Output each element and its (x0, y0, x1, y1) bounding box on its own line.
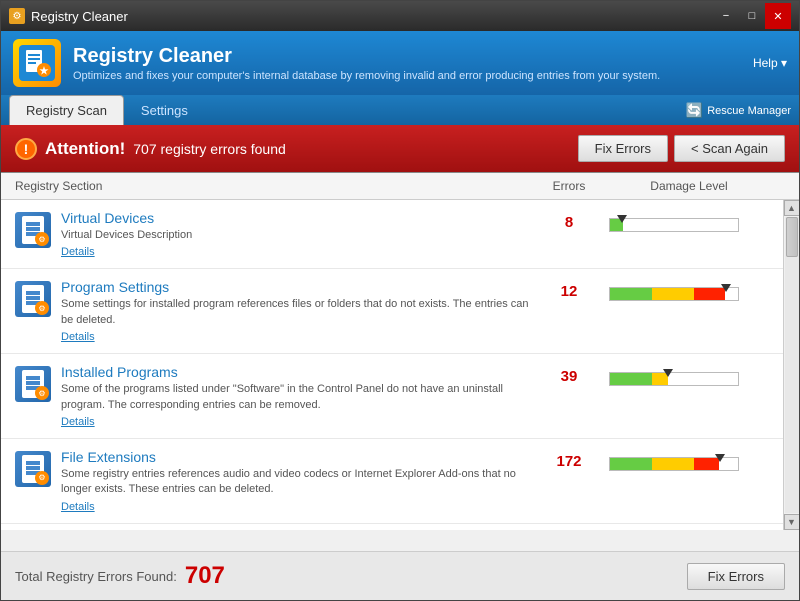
scroll-up-arrow[interactable]: ▲ (784, 200, 800, 216)
app-window: ⚙ Registry Cleaner − □ ✕ ★ (0, 0, 800, 601)
table-row: ⚙ Virtual Devices Virtual Devices Descri… (1, 200, 799, 269)
item-errors-2: 39 (529, 364, 609, 385)
column-headers: Registry Section Errors Damage Level (1, 173, 799, 200)
item-body-3: File Extensions Some registry entries re… (61, 449, 529, 513)
app-header: ★ Registry Cleaner Optimizes and fixes y… (1, 31, 799, 95)
error-count-0: 8 (529, 214, 609, 231)
item-body-2: Installed Programs Some of the programs … (61, 364, 529, 428)
tab-settings[interactable]: Settings (124, 95, 205, 125)
tabs-bar: Registry Scan Settings 🔄 Rescue Manager (1, 95, 799, 125)
title-bar: ⚙ Registry Cleaner − □ ✕ (1, 1, 799, 31)
item-desc-1: Some settings for installed program refe… (61, 297, 529, 328)
error-count-3: 172 (529, 453, 609, 470)
table-row: ⚙ File Extensions Some registry entries … (1, 439, 799, 524)
table-row: ⚙ Installed Programs Some of the program… (1, 354, 799, 439)
scroll-thumb[interactable] (786, 217, 798, 257)
item-errors-3: 172 (529, 449, 609, 470)
scroll-down-arrow[interactable]: ▼ (784, 514, 800, 530)
registry-items-list: ⚙ Virtual Devices Virtual Devices Descri… (1, 200, 799, 530)
item-title-2[interactable]: Installed Programs (61, 364, 529, 380)
item-desc-0: Virtual Devices Description (61, 228, 529, 243)
item-title-3[interactable]: File Extensions (61, 449, 529, 465)
tabs-left: Registry Scan Settings (9, 95, 205, 125)
window-controls: − □ ✕ (713, 3, 791, 29)
alert-left: ! Attention! 707 registry errors found (15, 138, 286, 160)
item-details-link-3[interactable]: Details (61, 501, 529, 513)
col-header-damage: Damage Level (609, 179, 769, 193)
scrollbar[interactable]: ▲ ▼ (783, 200, 799, 530)
error-count-2: 39 (529, 368, 609, 385)
app-title-block: Registry Cleaner Optimizes and fixes you… (73, 45, 660, 82)
table-row: ⚙ Program Settings Some settings for ins… (1, 269, 799, 354)
minimize-button[interactable]: − (713, 3, 739, 29)
item-icon-1: ⚙ (15, 281, 51, 317)
alert-icon: ! (15, 138, 37, 160)
footer-left: Total Registry Errors Found: 707 (15, 562, 225, 590)
app-icon: ⚙ (9, 8, 25, 24)
footer-fix-errors-button[interactable]: Fix Errors (687, 563, 785, 590)
table-row: ⚙ Unused Software Keys The registry keys… (1, 524, 799, 530)
error-count-1: 12 (529, 283, 609, 300)
app-subtitle: Optimizes and fixes your computer's inte… (73, 70, 660, 82)
item-desc-2: Some of the programs listed under "Softw… (61, 382, 529, 413)
item-icon-0: ⚙ (15, 212, 51, 248)
item-damage-3 (609, 449, 769, 473)
col-header-errors: Errors (529, 179, 609, 193)
main-content: ⚙ Virtual Devices Virtual Devices Descri… (1, 200, 799, 530)
title-bar-left: ⚙ Registry Cleaner (9, 8, 128, 24)
item-desc-3: Some registry entries references audio a… (61, 467, 529, 498)
scan-again-button[interactable]: < Scan Again (674, 135, 785, 162)
item-icon-2: ⚙ (15, 366, 51, 402)
item-title-1[interactable]: Program Settings (61, 279, 529, 295)
item-details-link-0[interactable]: Details (61, 246, 529, 258)
item-damage-1 (609, 279, 769, 303)
alert-buttons: Fix Errors < Scan Again (578, 135, 785, 162)
footer-count: 707 (185, 562, 225, 590)
header-left: ★ Registry Cleaner Optimizes and fixes y… (13, 39, 660, 87)
maximize-button[interactable]: □ (739, 3, 765, 29)
app-logo: ★ (13, 39, 61, 87)
window-title: Registry Cleaner (31, 9, 128, 24)
alert-attention: Attention! (45, 139, 125, 159)
item-body-1: Program Settings Some settings for insta… (61, 279, 529, 343)
svg-text:★: ★ (40, 66, 49, 77)
item-details-link-1[interactable]: Details (61, 331, 529, 343)
footer: Total Registry Errors Found: 707 Fix Err… (1, 551, 799, 600)
help-button[interactable]: Help ▾ (753, 56, 787, 70)
logo-inner: ★ (19, 45, 55, 81)
item-body-0: Virtual Devices Virtual Devices Descript… (61, 210, 529, 258)
alert-banner: ! Attention! 707 registry errors found F… (1, 125, 799, 173)
item-errors-0: 8 (529, 210, 609, 231)
rescue-manager-link[interactable]: 🔄 Rescue Manager (686, 96, 791, 125)
item-damage-0 (609, 210, 769, 234)
scroll-track[interactable] (785, 217, 799, 513)
item-icon-3: ⚙ (15, 451, 51, 487)
fix-errors-button[interactable]: Fix Errors (578, 135, 668, 162)
tab-registry-scan[interactable]: Registry Scan (9, 95, 124, 125)
close-button[interactable]: ✕ (765, 3, 791, 29)
alert-message: 707 registry errors found (133, 141, 286, 157)
item-title-0[interactable]: Virtual Devices (61, 210, 529, 226)
app-title: Registry Cleaner (73, 45, 660, 68)
col-header-section: Registry Section (15, 179, 529, 193)
footer-label: Total Registry Errors Found: (15, 569, 177, 584)
item-errors-1: 12 (529, 279, 609, 300)
item-details-link-2[interactable]: Details (61, 416, 529, 428)
item-damage-2 (609, 364, 769, 388)
